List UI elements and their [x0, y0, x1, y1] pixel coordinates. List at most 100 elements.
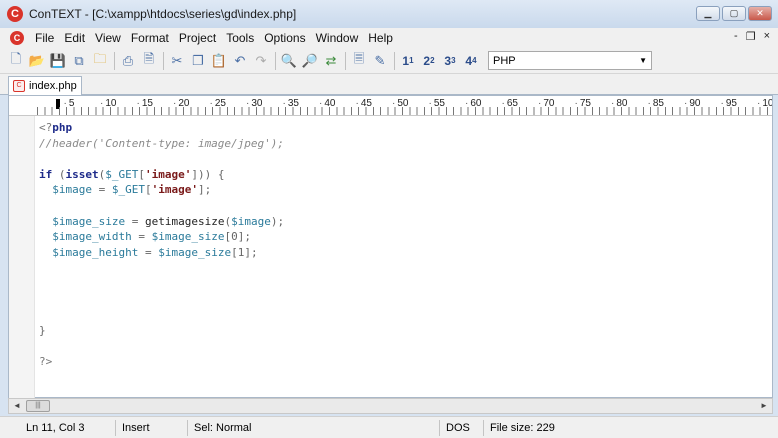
code-line[interactable]: ?> [39, 354, 769, 370]
copy-icon[interactable]: ❐ [188, 51, 208, 71]
cut-icon[interactable]: ✂ [167, 51, 187, 71]
horizontal-scrollbar[interactable]: ◄ ||| ► [8, 398, 773, 414]
status-selection: Sel: Normal [190, 420, 440, 436]
code-token: [1]; [231, 245, 258, 259]
minimize-button[interactable]: ▁ [696, 6, 720, 21]
code-area[interactable]: <?php//header('Content-type: image/jpeg'… [39, 120, 769, 370]
highlighter-select[interactable]: PHP ▼ [488, 51, 652, 70]
code-line[interactable] [39, 198, 769, 214]
paste-icon[interactable]: 📋 [209, 51, 229, 71]
code-line[interactable]: $image_width = $image_size[0]; [39, 229, 769, 245]
menu-file[interactable]: File [30, 31, 59, 45]
code-editor[interactable]: 510152025303540455055606570758085909510 … [8, 95, 773, 398]
code-token: = [138, 245, 159, 259]
user-command-1-button[interactable]: 11 [398, 51, 418, 71]
close-file-icon[interactable]: 🗀 [90, 51, 110, 71]
ruler-number: 5 [64, 98, 75, 109]
print-preview-icon[interactable]: 🗎 [139, 51, 159, 71]
redo-icon[interactable]: ↷ [251, 51, 271, 71]
chevron-down-icon: ▼ [639, 56, 647, 65]
menu-window[interactable]: Window [311, 31, 364, 45]
status-line-ending: DOS [442, 420, 484, 436]
toolbar-separator [275, 51, 276, 70]
code-line[interactable] [39, 276, 769, 292]
user-command-3-button[interactable]: 33 [440, 51, 460, 71]
ruler-number: 80 [611, 98, 627, 109]
toolbar-separator [345, 51, 346, 70]
code-line[interactable] [39, 292, 769, 308]
menu-help[interactable]: Help [363, 31, 398, 45]
code-token: getimagesize [144, 214, 225, 228]
code-token: $image [231, 214, 271, 228]
code-token: $image_size [39, 214, 126, 228]
ruler-number: 35 [283, 98, 299, 109]
code-line[interactable]: $image = $_GET['image']; [39, 182, 769, 198]
undo-icon[interactable]: ↶ [230, 51, 250, 71]
user-command-2-label: 2 [423, 53, 431, 68]
find-icon[interactable]: 🔍 [279, 51, 299, 71]
code-token: ); [270, 214, 285, 228]
menu-edit[interactable]: Edit [59, 31, 90, 45]
scroll-right-arrow-icon[interactable]: ► [756, 399, 772, 413]
ruler-number: 10 [100, 98, 116, 109]
code-line[interactable]: $image_size = getimagesize($image); [39, 214, 769, 230]
tools-icon[interactable]: ✎ [370, 51, 390, 71]
code-token: [ [138, 167, 145, 181]
tab-index-php[interactable]: C index.php [8, 76, 82, 95]
window-title: ConTEXT - [C:\xampp\htdocs\series\gd\ind… [29, 7, 297, 21]
menu-options[interactable]: Options [259, 31, 310, 45]
replace-icon[interactable]: ⇄ [321, 51, 341, 71]
code-token: 'image' [151, 183, 198, 197]
code-line[interactable] [39, 307, 769, 323]
code-line[interactable]: $image_height = $image_size[1]; [39, 245, 769, 261]
code-token: = [91, 183, 112, 197]
close-button[interactable]: ✕ [748, 6, 772, 21]
ruler-number: 10 [757, 98, 772, 109]
ruler-number: 40 [319, 98, 335, 109]
menu-view[interactable]: View [90, 31, 126, 45]
maximize-button[interactable]: ▢ [722, 6, 746, 21]
document-icon[interactable]: 🗏 [349, 51, 369, 71]
window-controls: ▁ ▢ ✕ [696, 6, 772, 21]
print-icon[interactable]: ⎙ [118, 51, 138, 71]
save-all-icon[interactable]: ⧉ [69, 51, 89, 71]
menu-tools[interactable]: Tools [221, 31, 259, 45]
new-file-icon[interactable]: 🗋 [6, 51, 26, 71]
ruler-number: 15 [137, 98, 153, 109]
doc-minimize-button[interactable]: - [734, 30, 738, 43]
scroll-left-arrow-icon[interactable]: ◄ [9, 399, 25, 413]
doc-restore-button[interactable]: ❐ [746, 30, 756, 43]
code-line[interactable]: if (isset($_GET['image'])) { [39, 167, 769, 183]
code-line[interactable] [39, 260, 769, 276]
code-line[interactable] [39, 338, 769, 354]
status-mode: Insert [118, 420, 188, 436]
code-token: ])) { [191, 167, 225, 181]
save-icon[interactable]: 💾 [48, 51, 68, 71]
doc-close-button[interactable]: × [764, 30, 770, 43]
code-line[interactable]: //header('Content-type: image/jpeg'); [39, 136, 769, 152]
user-command-1-label: 1 [402, 53, 410, 68]
user-command-2-button[interactable]: 22 [419, 51, 439, 71]
toolbar-separator [394, 51, 395, 70]
menu-project[interactable]: Project [174, 31, 221, 45]
find-next-icon[interactable]: 🔎 [300, 51, 320, 71]
document-window-controls: - ❐ × [734, 30, 770, 43]
user-command-4-label: 4 [465, 53, 473, 68]
user-command-4-button[interactable]: 44 [461, 51, 481, 71]
highlighter-value: PHP [493, 54, 516, 67]
scrollbar-thumb[interactable]: ||| [26, 400, 50, 412]
code-line[interactable]: } [39, 323, 769, 339]
ruler-number: 45 [356, 98, 372, 109]
status-file-size: File size: 229 [490, 422, 555, 434]
document-menu-icon[interactable]: C [10, 31, 24, 45]
code-line[interactable]: <?php [39, 120, 769, 136]
ruler-number: 20 [173, 98, 189, 109]
open-folder-icon[interactable]: 📂 [27, 51, 47, 71]
ruler-number: 55 [429, 98, 445, 109]
code-token: $image_size [151, 230, 225, 244]
user-command-3-label: 3 [444, 53, 452, 68]
menu-format[interactable]: Format [126, 31, 174, 45]
user-command-2-sub: 2 [430, 56, 435, 65]
code-line[interactable] [39, 151, 769, 167]
ruler-number: 70 [538, 98, 554, 109]
